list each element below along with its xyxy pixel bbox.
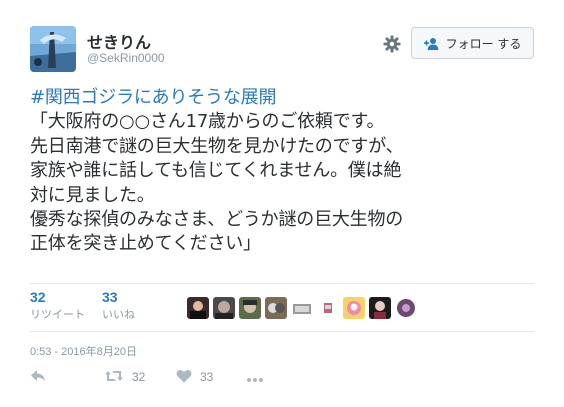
tweet-line: 「大阪府の○○さん17歳からのご依頼です。 [30, 111, 385, 133]
retweet-label: リツイート [30, 308, 85, 321]
follow-button[interactable]: フォロー する [411, 27, 534, 59]
like-action-count: 33 [200, 370, 214, 384]
like-stat[interactable]: 33 いいね [102, 289, 135, 322]
tweet-actions: 32 33 [30, 367, 534, 391]
retweet-button[interactable]: 32 [104, 367, 145, 387]
liker-avatar[interactable] [213, 297, 235, 319]
display-name[interactable]: せきりん [87, 29, 151, 53]
liker-avatar[interactable] [265, 297, 287, 319]
liker-avatars [187, 297, 417, 319]
avatar[interactable] [30, 26, 76, 72]
divider [30, 283, 534, 284]
divider [30, 331, 534, 332]
liker-avatar[interactable] [369, 297, 391, 319]
tweet-line: 対に見ました。 [30, 184, 155, 206]
retweet-count: 32 [30, 289, 46, 305]
retweet-action-count: 32 [132, 370, 146, 384]
tweet-text: #関西ゴジラにありそうな展開 「大阪府の○○さん17歳からのご依頼です。 先日南… [30, 86, 540, 257]
heart-icon [176, 368, 192, 387]
liker-avatar[interactable] [343, 297, 365, 319]
more-icon [246, 368, 264, 387]
follow-button-label: フォロー する [445, 36, 522, 51]
tweet-timestamp[interactable]: 0:53 - 2016年8月20日 [30, 343, 137, 359]
liker-avatar[interactable] [187, 297, 209, 319]
tweet-line: 先日南港で謎の巨大生物を見かけたのですが、 [30, 135, 404, 157]
like-button[interactable]: 33 [176, 367, 213, 387]
more-button[interactable] [246, 367, 264, 387]
liker-avatar[interactable] [395, 297, 417, 319]
hashtag-link[interactable]: #関西ゴジラにありそうな展開 [30, 86, 540, 110]
reply-button[interactable] [30, 367, 46, 387]
follow-person-icon [423, 36, 440, 50]
user-handle[interactable]: @SekRin0000 [87, 51, 165, 65]
tweet-line: 家族や誰に話しても信じてくれません。僕は絶 [30, 160, 402, 182]
tweet-line: 正体を突き止めてください」 [30, 233, 261, 255]
tweet-line: 優秀な探偵のみなさま、どうか謎の巨大生物の [30, 209, 404, 231]
like-count: 33 [102, 289, 118, 305]
liker-avatar[interactable] [239, 297, 261, 319]
gear-icon[interactable] [382, 34, 402, 54]
retweet-stat[interactable]: 32 リツイート [30, 289, 85, 322]
tweet-card: せきりん @SekRin0000 フォロー する #関西ゴジラにありそうな展開 … [0, 0, 564, 407]
reply-icon [30, 368, 46, 387]
like-label: いいね [102, 308, 135, 321]
liker-avatar[interactable] [291, 297, 313, 319]
liker-avatar[interactable] [317, 297, 339, 319]
tweet-stats: 32 リツイート 33 いいね [30, 289, 534, 329]
tweet-header: せきりん @SekRin0000 フォロー する [30, 26, 540, 74]
retweet-icon [104, 368, 124, 387]
